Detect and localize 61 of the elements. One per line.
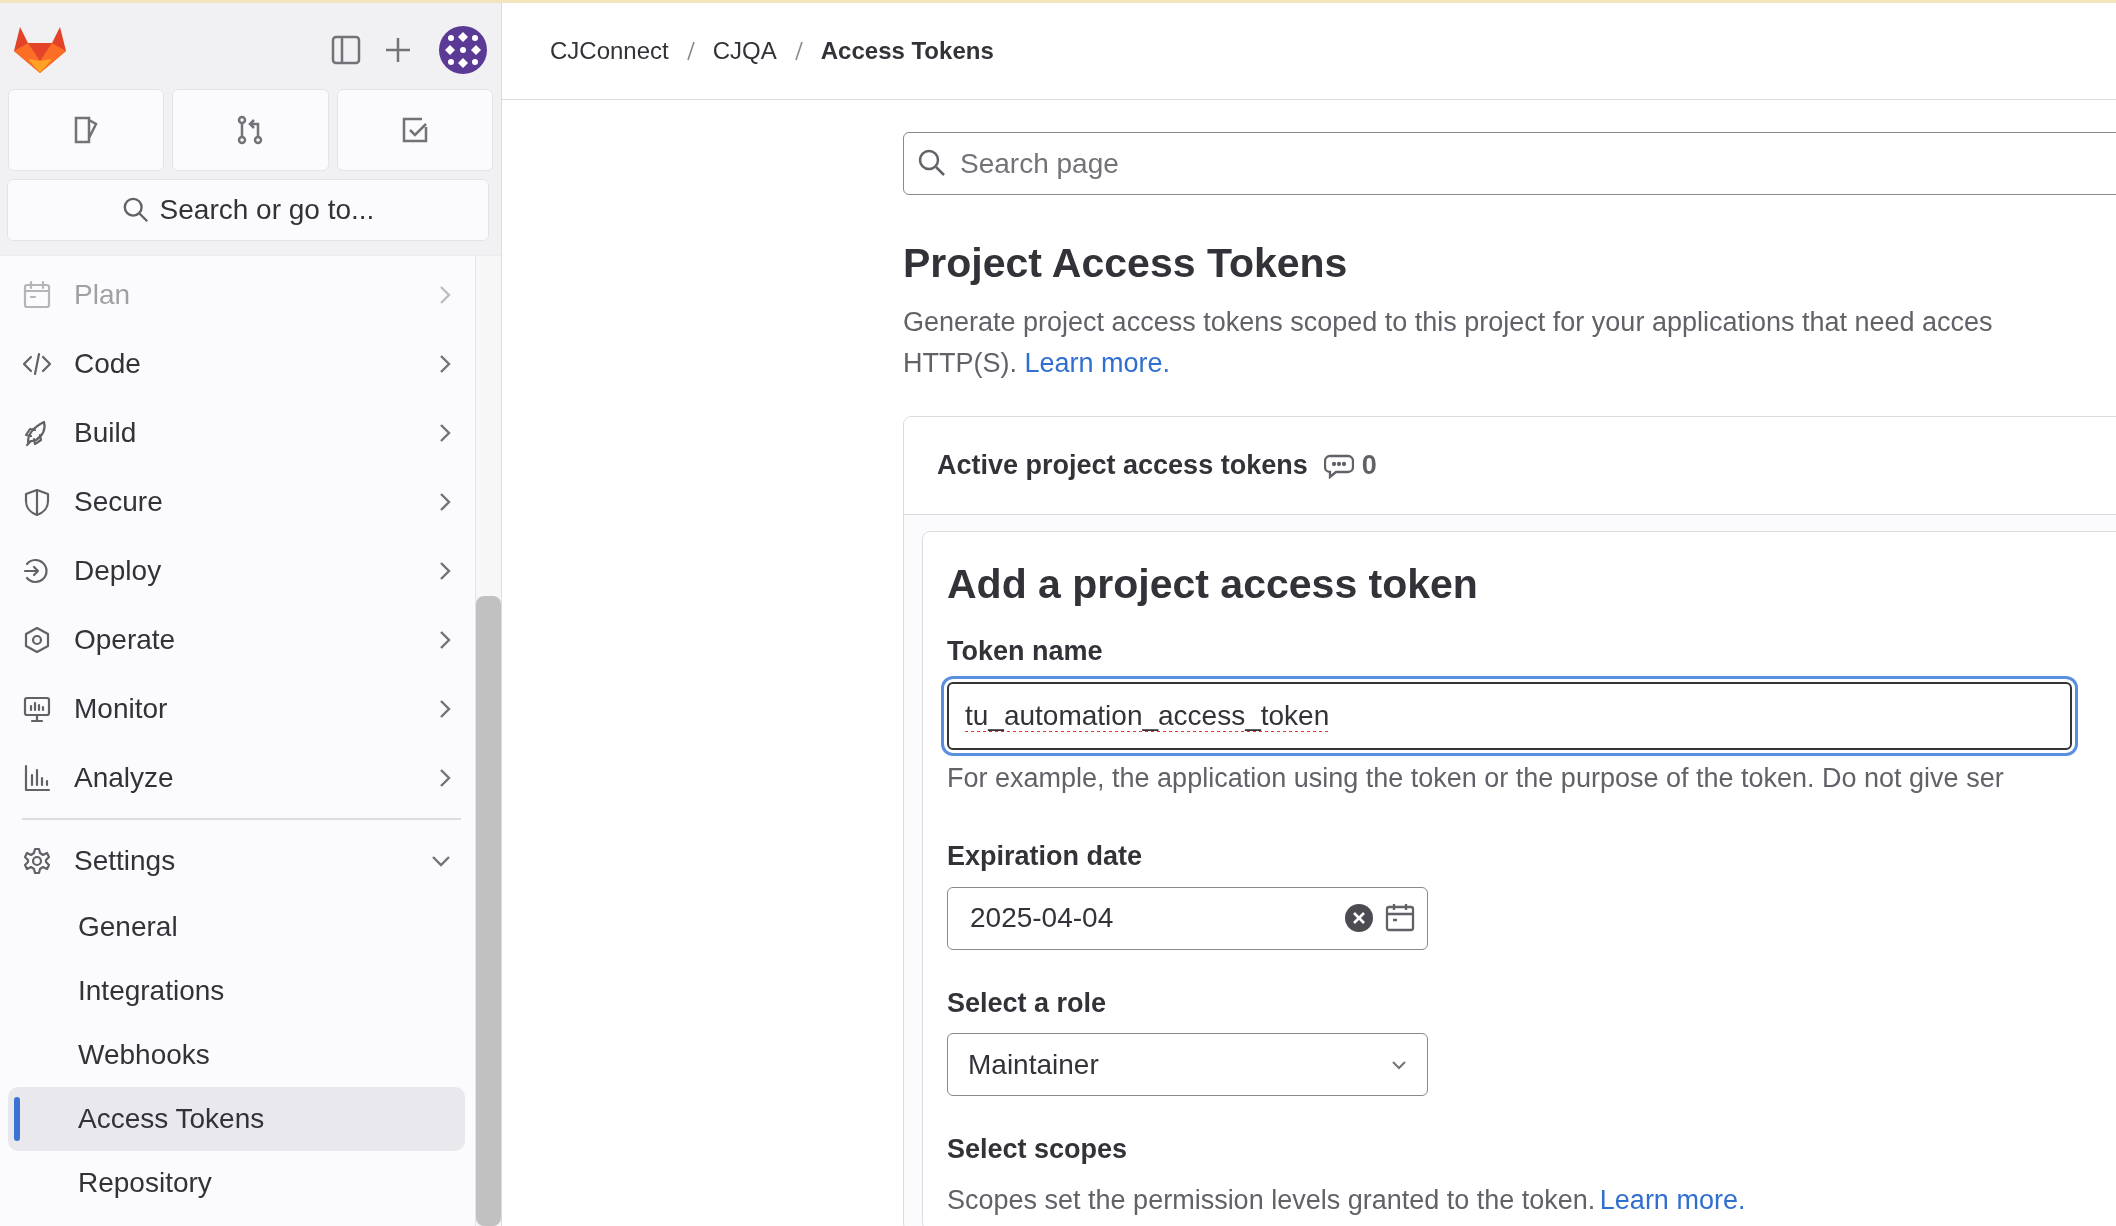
help-text: Scopes set the permission levels granted to the token. <box>947 1183 1596 1217</box>
slash-icon <box>794 41 803 61</box>
shield-icon <box>22 486 52 517</box>
hexagon-icon <box>22 624 52 655</box>
logo-icon[interactable] <box>14 25 66 75</box>
field-label: Token name <box>947 635 1104 669</box>
gear-icon <box>22 845 52 876</box>
clear-icon[interactable] <box>1344 902 1374 933</box>
description-text: HTTP(S). <box>903 348 1017 379</box>
nav-subitem[interactable]: Webhooks <box>8 1023 465 1087</box>
scrollbar[interactable] <box>476 596 501 1226</box>
search-field[interactable]: Search page <box>903 132 2116 195</box>
token-name-field[interactable]: tu_automation_access_token <box>947 681 2072 750</box>
breadcrumb-link[interactable]: CJQA <box>712 33 777 69</box>
chevron-down-icon <box>431 854 451 867</box>
slash-icon <box>686 41 695 61</box>
chevron-right-icon <box>439 491 451 512</box>
role-select[interactable]: Maintainer <box>947 1033 1428 1097</box>
search-icon <box>917 148 947 178</box>
nav-item[interactable]: Deploy <box>8 536 465 605</box>
avatar-icon[interactable] <box>439 26 487 74</box>
nav-subitem[interactable]: Repository <box>8 1151 465 1215</box>
search-icon <box>121 196 150 224</box>
chevron-right-icon <box>439 284 451 305</box>
chevron-right-icon <box>439 560 451 581</box>
nav-item[interactable]: Monitor <box>8 674 465 743</box>
field-label: Select scopes <box>947 1133 1129 1167</box>
calendar-icon[interactable] <box>1384 902 1416 933</box>
chevron-right-icon <box>439 353 451 374</box>
document-icon <box>72 115 101 145</box>
calendar-icon <box>22 279 52 310</box>
nav-item[interactable]: Operate <box>8 605 465 674</box>
help-text: For example, the application using the token or the purpose of the token. Do not give ser <box>947 761 2005 795</box>
form-title: Add a project access token <box>947 560 1479 610</box>
token-count: 0 <box>1361 449 1377 483</box>
chevron-right-icon <box>439 767 451 788</box>
card-title: Active project access tokens <box>937 449 1308 483</box>
date-field[interactable]: 2025-04-04 <box>947 886 1428 950</box>
nav-item[interactable]: Secure <box>8 467 465 536</box>
nav-item[interactable]: Code <box>8 329 465 398</box>
learn-more-link[interactable]: Learn more. <box>1599 1179 1746 1221</box>
breadcrumb-link[interactable]: Access Tokens <box>820 33 994 69</box>
bar-chart-icon <box>22 762 52 793</box>
description-text: Generate project access tokens scoped to this project for your applications that need acces <box>903 307 1993 338</box>
page-title: Project Access Tokens <box>903 239 1349 288</box>
chevron-down-icon <box>1391 1059 1407 1070</box>
breadcrumb-link[interactable]: CJConnect <box>550 33 669 69</box>
nav-item[interactable]: Build <box>8 398 465 467</box>
nav-subitem[interactable]: Integrations <box>8 959 465 1023</box>
field-label: Select a role <box>947 986 1108 1020</box>
chevron-right-icon <box>439 698 451 719</box>
learn-more-link[interactable]: Learn more. <box>1024 348 1171 379</box>
search-button[interactable]: Search or go to... <box>7 179 489 241</box>
chevron-right-icon <box>439 629 451 650</box>
comment-icon <box>1323 452 1354 479</box>
field-label: Expiration date <box>947 840 1144 874</box>
nav-item[interactable]: Analyze <box>8 743 465 812</box>
nav-item[interactable]: Settings <box>8 826 465 895</box>
nav-subitem[interactable]: Access Tokens <box>8 1087 465 1151</box>
chevron-right-icon <box>439 422 451 443</box>
nav-subitem[interactable]: General <box>8 895 465 959</box>
